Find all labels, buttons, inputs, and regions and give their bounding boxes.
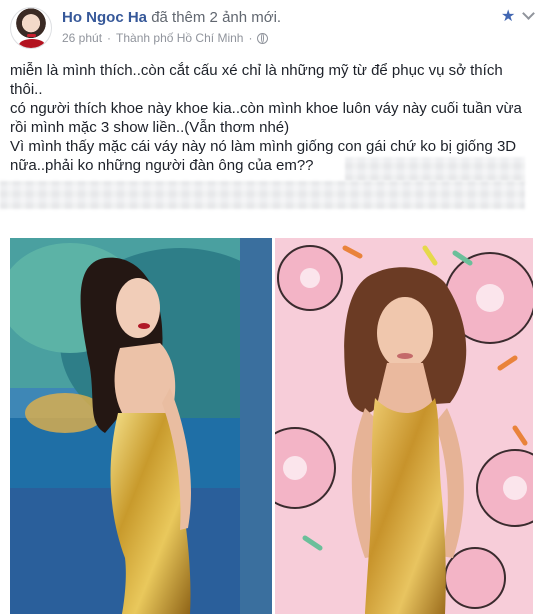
photo-right[interactable] (275, 238, 533, 614)
chevron-down-icon[interactable] (522, 7, 535, 20)
author-name[interactable]: Ho Ngoc Ha (62, 9, 147, 26)
photo-left[interactable] (10, 238, 272, 614)
post-action: đã thêm 2 ảnh mới. (151, 9, 282, 26)
meta-separator: · (107, 31, 112, 45)
blurred-text (345, 157, 525, 181)
star-icon[interactable]: ★ (501, 6, 515, 26)
post-meta: 26 phút · Thành phố Hồ Chí Minh · (62, 31, 269, 45)
post-card: Ho Ngoc Ha đã thêm 2 ảnh mới. 26 phút · … (0, 0, 543, 614)
photo-right-image (275, 238, 533, 614)
post-text-line: có người thích khoe này khoe kia..còn mì… (10, 100, 522, 136)
post-time[interactable]: 26 phút (62, 31, 102, 45)
blurred-text (0, 181, 525, 209)
meta-separator-2: · (248, 31, 253, 45)
post-location[interactable]: Thành phố Hồ Chí Minh (116, 31, 243, 45)
author-avatar[interactable] (10, 7, 52, 49)
post-header: Ho Ngoc Ha đã thêm 2 ảnh mới. (62, 9, 281, 26)
post-text-line: miễn là mình thích..còn cắt cấu xé chỉ l… (10, 62, 503, 98)
photo-left-image (10, 238, 272, 614)
globe-icon[interactable] (257, 32, 269, 44)
